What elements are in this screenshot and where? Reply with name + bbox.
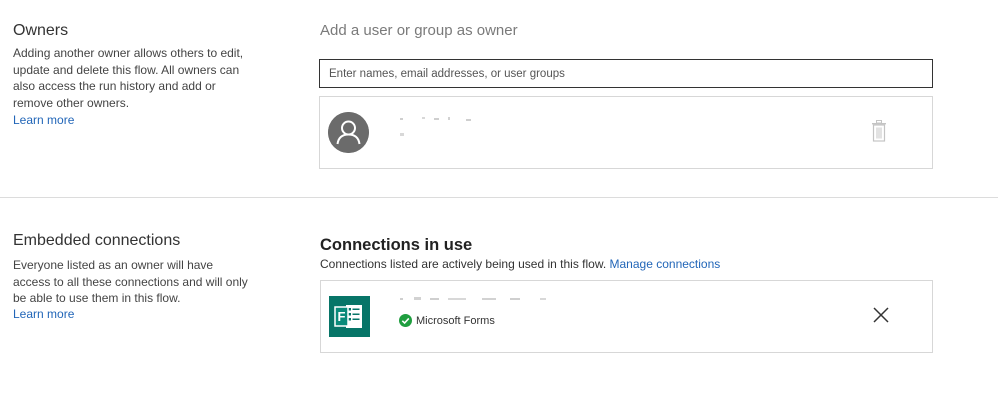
redacted-owner-name bbox=[400, 117, 471, 121]
connection-list-item: F Microsoft Forms bbox=[320, 280, 933, 353]
owners-title: Owners bbox=[13, 22, 69, 39]
embedded-connections-title: Embedded connections bbox=[13, 232, 181, 249]
close-icon[interactable] bbox=[872, 306, 890, 324]
owners-learn-more-link[interactable]: Learn more bbox=[13, 113, 74, 127]
connections-in-use-title: Connections in use bbox=[320, 236, 473, 254]
connections-subtitle-text: Connections listed are actively being us… bbox=[320, 257, 607, 271]
microsoft-forms-icon: F bbox=[329, 296, 370, 337]
check-circle-icon bbox=[399, 314, 412, 327]
add-owner-label: Add a user or group as owner bbox=[320, 22, 518, 39]
connection-status: Microsoft Forms bbox=[399, 314, 495, 327]
trash-icon[interactable] bbox=[871, 120, 887, 142]
redacted-connection-name bbox=[400, 297, 546, 300]
embedded-connections-description: Everyone listed as an owner will have ac… bbox=[13, 258, 248, 305]
embedded-connections-learn-more-link[interactable]: Learn more bbox=[13, 307, 74, 321]
svg-text:F: F bbox=[338, 309, 346, 324]
redacted-owner-detail bbox=[400, 133, 404, 136]
section-divider bbox=[0, 197, 998, 198]
owners-description: Adding another owner allows others to ed… bbox=[13, 46, 244, 110]
connection-service-name: Microsoft Forms bbox=[416, 314, 495, 327]
person-icon bbox=[328, 112, 369, 153]
connections-subtitle: Connections listed are actively being us… bbox=[320, 257, 720, 271]
owner-list-item bbox=[319, 96, 933, 169]
owner-search-input[interactable] bbox=[319, 59, 933, 88]
manage-connections-link[interactable]: Manage connections bbox=[610, 257, 721, 271]
